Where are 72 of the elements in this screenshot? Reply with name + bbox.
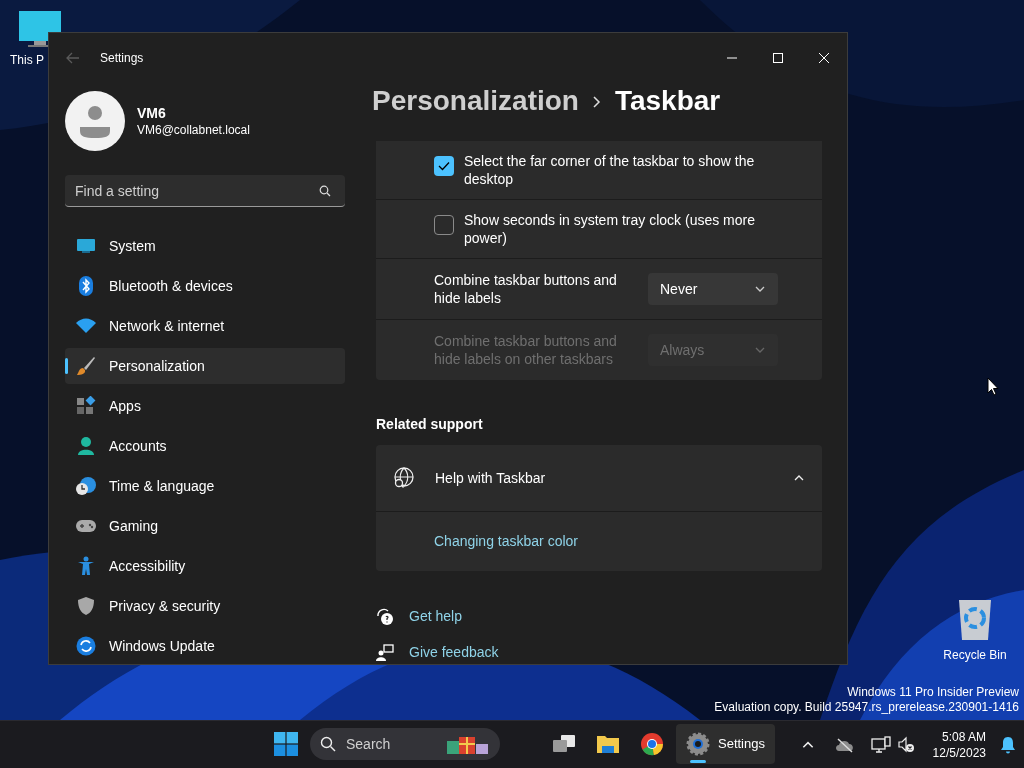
taskbar-search[interactable]: Search bbox=[310, 728, 500, 760]
window-title: Settings bbox=[100, 50, 144, 67]
wifi-icon bbox=[75, 318, 97, 334]
setting-label: Select the far corner of the taskbar to show the desktop bbox=[464, 152, 756, 188]
user-name: VM6 bbox=[137, 104, 167, 122]
nav-item[interactable]: Accounts bbox=[65, 428, 345, 464]
avatar bbox=[65, 91, 125, 151]
clock[interactable]: 5:08 AM 12/5/2023 bbox=[928, 728, 990, 761]
windows-logo-icon bbox=[274, 732, 298, 756]
page-title: Taskbar bbox=[614, 84, 721, 118]
section-heading: Related support bbox=[376, 415, 484, 434]
accessibility-icon bbox=[77, 556, 95, 576]
shield-icon bbox=[77, 596, 95, 616]
task-view-icon bbox=[552, 734, 576, 754]
bluetooth-icon bbox=[77, 276, 95, 296]
taskbar-app[interactable]: Settings bbox=[676, 724, 775, 764]
watermark-text: Evaluation copy. Build 25947.rs_prerelease.230901-1416 bbox=[714, 700, 1019, 715]
watermark-text: Windows 11 Pro Insider Preview bbox=[847, 685, 1019, 700]
nav-item[interactable]: Apps bbox=[65, 388, 345, 424]
footer-link[interactable]: Get help bbox=[409, 606, 462, 627]
speaker-muted-icon[interactable] bbox=[896, 735, 915, 754]
globe-search-icon bbox=[393, 467, 415, 489]
setting-label: Combine taskbar buttons and hide labels on other taskbars bbox=[434, 332, 618, 368]
user-email: VM6@collabnet.local bbox=[137, 122, 250, 138]
nav-item[interactable]: Gaming bbox=[65, 508, 345, 544]
help-link[interactable]: Changing taskbar color bbox=[434, 531, 578, 552]
nav-item[interactable]: Privacy & security bbox=[65, 588, 345, 624]
dropdown: Always bbox=[648, 334, 778, 366]
checkbox[interactable] bbox=[434, 215, 454, 235]
nav-item[interactable]: Bluetooth & devices bbox=[65, 268, 345, 304]
search-icon bbox=[319, 185, 331, 197]
close-icon bbox=[819, 53, 829, 63]
gear-icon bbox=[686, 732, 710, 756]
maximize-icon bbox=[773, 53, 783, 63]
active-indicator bbox=[690, 760, 706, 763]
nav-item[interactable]: Time & language bbox=[65, 468, 345, 504]
desktop-icon-label: Recycle Bin bbox=[943, 648, 1007, 662]
back-arrow-icon[interactable] bbox=[66, 52, 80, 64]
footer-link[interactable]: Give feedback bbox=[409, 642, 499, 663]
browser-icon bbox=[640, 732, 664, 756]
nav-item[interactable]: Network & internet bbox=[65, 308, 345, 344]
search-icon bbox=[320, 736, 336, 752]
folder-icon bbox=[596, 734, 620, 754]
bell-icon[interactable] bbox=[1000, 735, 1016, 754]
monitor-icon[interactable] bbox=[18, 10, 62, 50]
person-icon bbox=[76, 436, 96, 456]
checkmark-icon bbox=[438, 161, 450, 171]
nav-item[interactable]: System bbox=[65, 228, 345, 264]
feedback-icon bbox=[376, 643, 394, 662]
help-chat-icon bbox=[376, 607, 394, 626]
network-icon[interactable] bbox=[870, 735, 891, 754]
monitor-icon bbox=[76, 238, 96, 254]
nav-item[interactable]: Accessibility bbox=[65, 548, 345, 584]
desktop-icon-label: This P bbox=[10, 53, 44, 67]
gamepad-icon bbox=[75, 518, 97, 534]
chevron-right-icon bbox=[592, 96, 601, 108]
cursor-icon bbox=[987, 377, 999, 396]
breadcrumb-parent[interactable]: Personalization bbox=[372, 83, 579, 119]
expander-header[interactable]: Help with Taskbar bbox=[376, 445, 822, 511]
checkbox[interactable] bbox=[434, 156, 454, 176]
cloud-off-icon[interactable] bbox=[834, 736, 855, 753]
selection-indicator bbox=[65, 358, 68, 374]
globe-clock-icon bbox=[75, 476, 97, 496]
search-field[interactable]: Find a setting bbox=[65, 175, 345, 207]
brush-icon bbox=[76, 356, 96, 376]
nav-item[interactable]: Personalization bbox=[65, 348, 345, 384]
sync-icon bbox=[76, 636, 96, 656]
setting-label: Combine taskbar buttons and hide labels bbox=[434, 271, 618, 307]
nav-item[interactable]: Windows Update bbox=[65, 628, 345, 664]
apps-icon bbox=[76, 396, 96, 416]
setting-label: Show seconds in system tray clock (uses more power) bbox=[464, 211, 756, 247]
dropdown[interactable]: Never bbox=[648, 273, 778, 305]
